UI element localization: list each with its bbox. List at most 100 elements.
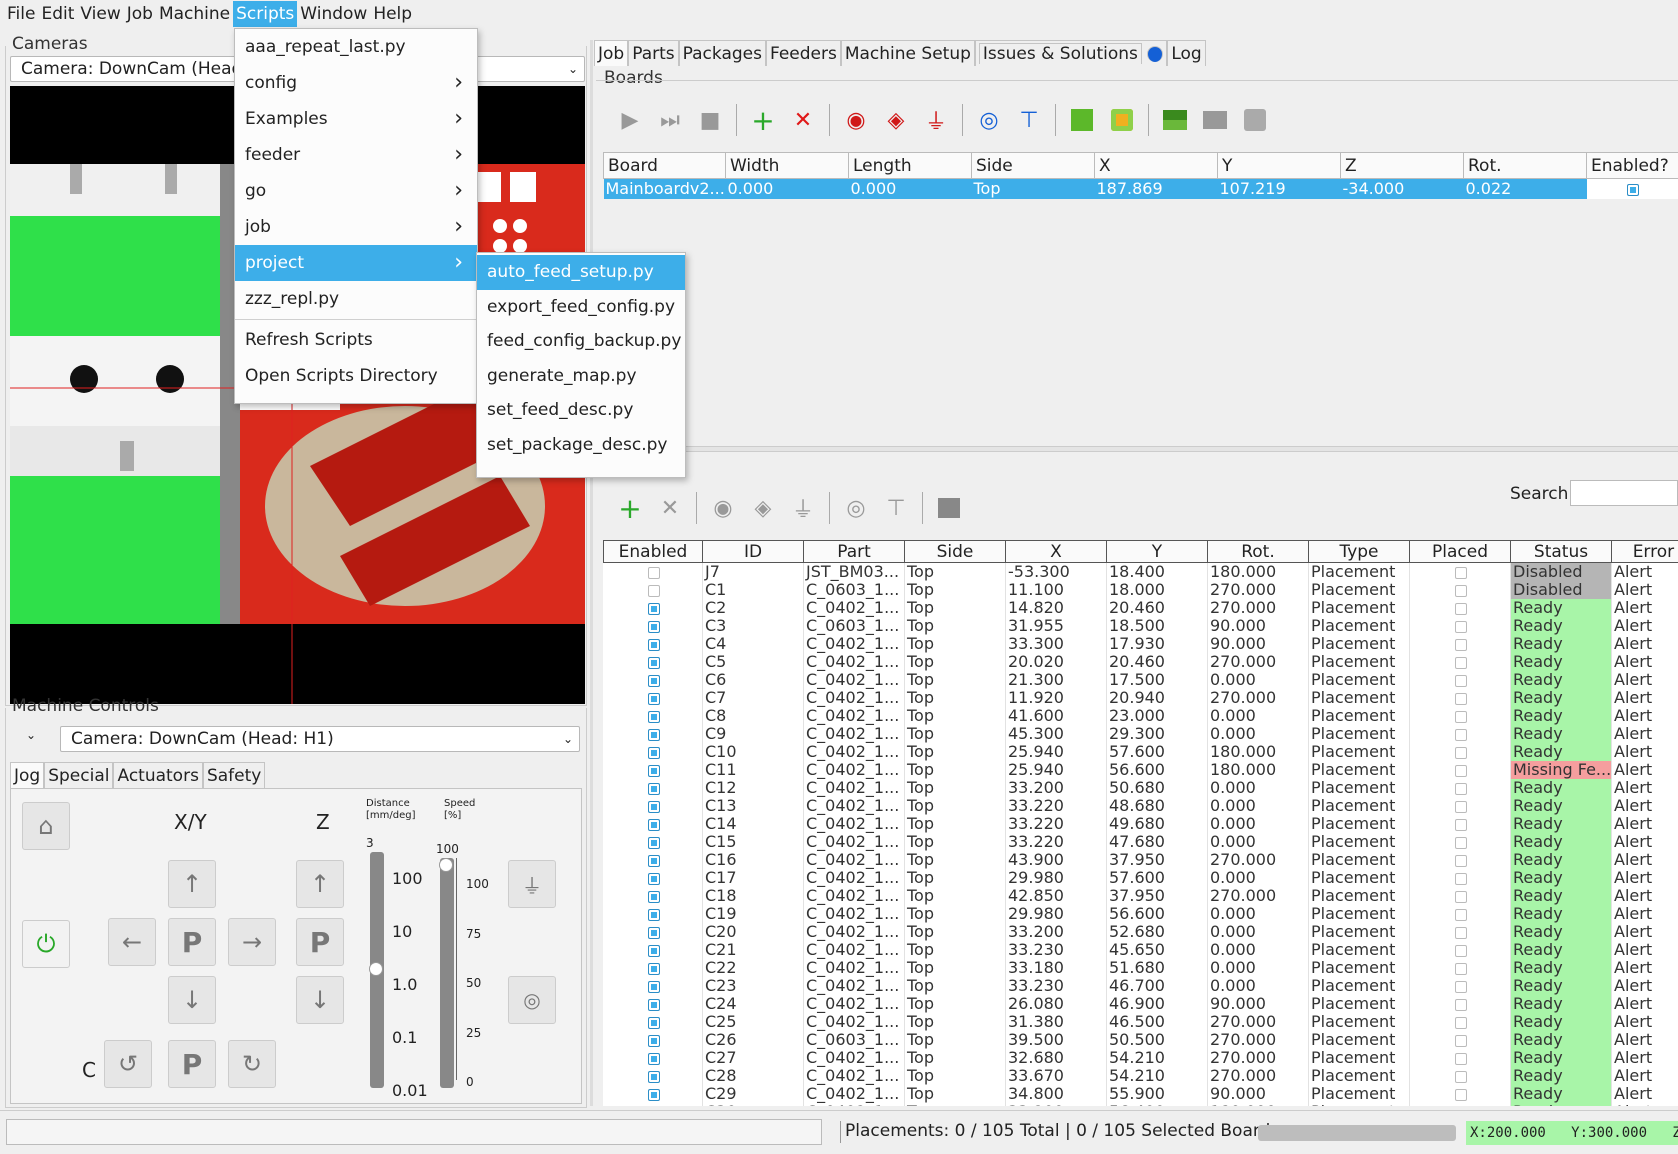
- menu-window[interactable]: Window: [297, 1, 370, 27]
- placement-placed-checkbox[interactable]: [1455, 836, 1467, 849]
- placements-col-rot[interactable]: Rot.: [1207, 540, 1309, 563]
- add-board-button[interactable]: +: [743, 100, 783, 140]
- placement-row[interactable]: C25 C_0402_1... Top 31.380 46.500 270.000 Plac…: [603, 1012, 1678, 1031]
- placement-placed-checkbox[interactable]: [1455, 944, 1467, 957]
- machine-camera-selector[interactable]: Camera: DownCam (Head: H1) ⌄: [60, 726, 580, 752]
- distance-slider-handle[interactable]: [369, 962, 383, 976]
- placement-placed-checkbox[interactable]: [1455, 890, 1467, 903]
- speed-slider-handle[interactable]: [439, 858, 453, 872]
- placement-placed-checkbox[interactable]: [1455, 566, 1467, 579]
- menu-file[interactable]: File: [4, 1, 38, 27]
- placement-placed-checkbox[interactable]: [1455, 674, 1467, 687]
- fiducial-locate-button[interactable]: [1102, 100, 1142, 140]
- boards-col-y[interactable]: Y: [1217, 152, 1341, 179]
- placements-col-y[interactable]: Y: [1106, 540, 1208, 563]
- placement-row[interactable]: C6 C_0402_1... Top 21.300 17.500 0.000 Placeme…: [603, 670, 1678, 689]
- placement-placed-checkbox[interactable]: [1455, 926, 1467, 939]
- project-script-item[interactable]: auto_feed_setup.py: [477, 255, 685, 290]
- jog-x-plus-button[interactable]: →: [228, 918, 276, 966]
- placement-row[interactable]: C16 C_0402_1... Top 43.900 37.950 270.000 Plac…: [603, 850, 1678, 869]
- placement-placed-checkbox[interactable]: [1455, 998, 1467, 1011]
- project-script-item[interactable]: feed_config_backup.py: [477, 324, 685, 359]
- camera-center-button[interactable]: ◎: [508, 976, 556, 1024]
- capture-tool-button[interactable]: ⊤: [1009, 100, 1049, 140]
- scripts-menu-item[interactable]: aaa_repeat_last.py: [235, 29, 477, 65]
- scripts-menu-item[interactable]: zzz_repl.py: [235, 281, 477, 317]
- home-button[interactable]: ⌂: [22, 802, 70, 850]
- placement-placed-checkbox[interactable]: [1455, 1052, 1467, 1065]
- scripts-menu-item[interactable]: go ›: [235, 173, 477, 209]
- scripts-menu-item[interactable]: feeder ›: [235, 137, 477, 173]
- placements-col-error-h[interactable]: Error H: [1611, 540, 1678, 563]
- board-row[interactable]: Mainboardv2... 0.000 0.000 Top 187.869 1…: [603, 178, 1678, 199]
- placement-enabled-checkbox[interactable]: [647, 602, 660, 615]
- placement-row[interactable]: C10 C_0402_1... Top 25.940 57.600 180.000 Plac…: [603, 742, 1678, 761]
- placements-col-x[interactable]: X: [1005, 540, 1107, 563]
- placement-placed-checkbox[interactable]: [1455, 638, 1467, 651]
- placement-enabled-checkbox[interactable]: [647, 1034, 660, 1047]
- placement-placed-checkbox[interactable]: [1455, 656, 1467, 669]
- placements-col-side[interactable]: Side: [904, 540, 1006, 563]
- placement-enabled-checkbox[interactable]: [647, 692, 660, 705]
- speed-slider[interactable]: [440, 858, 454, 1088]
- placement-placed-checkbox[interactable]: [1455, 620, 1467, 633]
- placement-row[interactable]: C30C_0402_1...Top33.20056.400180.000Plac…: [603, 1102, 1678, 1106]
- placement-row[interactable]: C13 C_0402_1... Top 33.220 48.680 0.000 Placem…: [603, 796, 1678, 815]
- placement-row[interactable]: C15 C_0402_1... Top 33.220 47.680 0.000 Placem…: [603, 832, 1678, 851]
- placement-placed-checkbox[interactable]: [1455, 962, 1467, 975]
- menu-job[interactable]: Job: [124, 1, 156, 27]
- placements-col-part[interactable]: Part: [803, 540, 905, 563]
- menu-edit[interactable]: Edit: [38, 1, 77, 27]
- tab-special[interactable]: Special: [44, 762, 114, 788]
- part-editor-button[interactable]: [929, 488, 969, 528]
- placement-enabled-checkbox[interactable]: [647, 1016, 660, 1029]
- position-camera-board-button[interactable]: ◉: [836, 100, 876, 140]
- menu-scripts[interactable]: Scripts: [233, 1, 298, 27]
- run-job-button[interactable]: ▶: [610, 100, 650, 140]
- tab-safety[interactable]: Safety: [202, 762, 266, 788]
- refresh-scripts-item[interactable]: Refresh Scripts: [235, 322, 477, 358]
- placement-placed-checkbox[interactable]: [1455, 908, 1467, 921]
- power-button[interactable]: ⏻: [22, 920, 70, 968]
- menu-view[interactable]: View: [77, 1, 123, 27]
- menu-machine[interactable]: Machine: [156, 1, 233, 27]
- placement-row[interactable]: C11 C_0402_1... Top 25.940 56.600 180.000 Plac…: [603, 760, 1678, 779]
- scripts-menu-item[interactable]: config ›: [235, 65, 477, 101]
- placement-row[interactable]: C9 C_0402_1... Top 45.300 29.300 0.000 Placeme…: [603, 724, 1678, 743]
- horizontal-splitter[interactable]: [596, 446, 1678, 452]
- placement-placed-checkbox[interactable]: [1455, 854, 1467, 867]
- placement-enabled-checkbox[interactable]: [647, 836, 660, 849]
- tab-packages[interactable]: Packages: [678, 40, 766, 66]
- project-script-item[interactable]: set_package_desc.py: [477, 428, 685, 463]
- placement-row[interactable]: C2 C_0402_1... Top 14.820 20.460 270.000 Place…: [603, 598, 1678, 617]
- project-script-item[interactable]: generate_map.py: [477, 359, 685, 394]
- placement-enabled-checkbox[interactable]: [647, 1088, 660, 1101]
- add-placement-button[interactable]: +: [610, 488, 650, 528]
- jog-y-plus-button[interactable]: ↑: [168, 860, 216, 908]
- placement-placed-checkbox[interactable]: [1455, 764, 1467, 777]
- vertical-splitter[interactable]: [590, 40, 593, 1106]
- board-enabled-checkbox[interactable]: [1626, 183, 1639, 196]
- boards-col-width[interactable]: Width: [725, 152, 849, 179]
- placement-row[interactable]: C12 C_0402_1... Top 33.200 50.680 0.000 Placem…: [603, 778, 1678, 797]
- placement-enabled-checkbox[interactable]: [647, 728, 660, 741]
- placement-enabled-checkbox[interactable]: [647, 908, 660, 921]
- board-position-button[interactable]: [1155, 100, 1195, 140]
- placement-row[interactable]: C27 C_0402_1... Top 32.680 54.210 270.000 Plac…: [603, 1048, 1678, 1067]
- placement-enabled-checkbox[interactable]: [647, 746, 660, 759]
- step-job-button[interactable]: ⏭: [650, 100, 690, 140]
- placement-row[interactable]: C7 C_0402_1... Top 11.920 20.940 270.000 Place…: [603, 688, 1678, 707]
- open-scripts-directory-item[interactable]: Open Scripts Directory: [235, 358, 477, 394]
- project-script-item[interactable]: set_feed_desc.py: [477, 393, 685, 428]
- placement-placed-checkbox[interactable]: [1455, 980, 1467, 993]
- boards-col-side[interactable]: Side: [971, 152, 1095, 179]
- placements-col-type[interactable]: Type: [1308, 540, 1410, 563]
- capture-camera-button[interactable]: ◎: [969, 100, 1009, 140]
- remove-placement-button[interactable]: ✕: [650, 488, 690, 528]
- placements-col-status[interactable]: Status: [1510, 540, 1612, 563]
- placement-row[interactable]: C19 C_0402_1... Top 29.980 56.600 0.000 Placem…: [603, 904, 1678, 923]
- placement-enabled-checkbox[interactable]: [647, 854, 660, 867]
- placement-row[interactable]: C4 C_0402_1... Top 33.300 17.930 90.000 Placem…: [603, 634, 1678, 653]
- placement-enabled-checkbox[interactable]: [647, 764, 660, 777]
- placement-enabled-checkbox[interactable]: [647, 566, 660, 579]
